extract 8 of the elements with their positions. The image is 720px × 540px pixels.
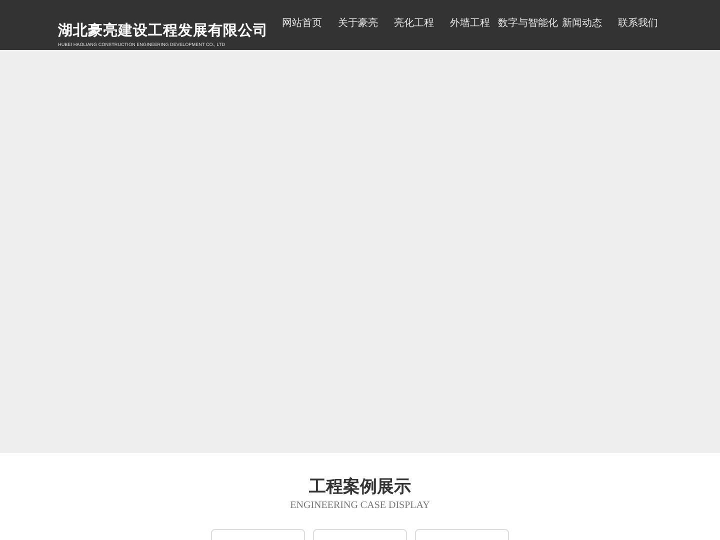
nav-link[interactable]: 联系我们	[610, 17, 666, 31]
nav-link[interactable]: 亮化工程	[386, 17, 442, 31]
section-title: 工程案例展示	[309, 476, 411, 498]
section-subtitle: ENGINEERING CASE DISPLAY	[290, 500, 430, 512]
company-name: 湖北豪亮建设工程发展有限公司	[58, 22, 268, 41]
nav-link[interactable]: 外墙工程	[442, 17, 498, 31]
nav-link[interactable]: 网站首页	[274, 17, 330, 31]
nav-link[interactable]: 关于豪亮	[330, 17, 386, 31]
